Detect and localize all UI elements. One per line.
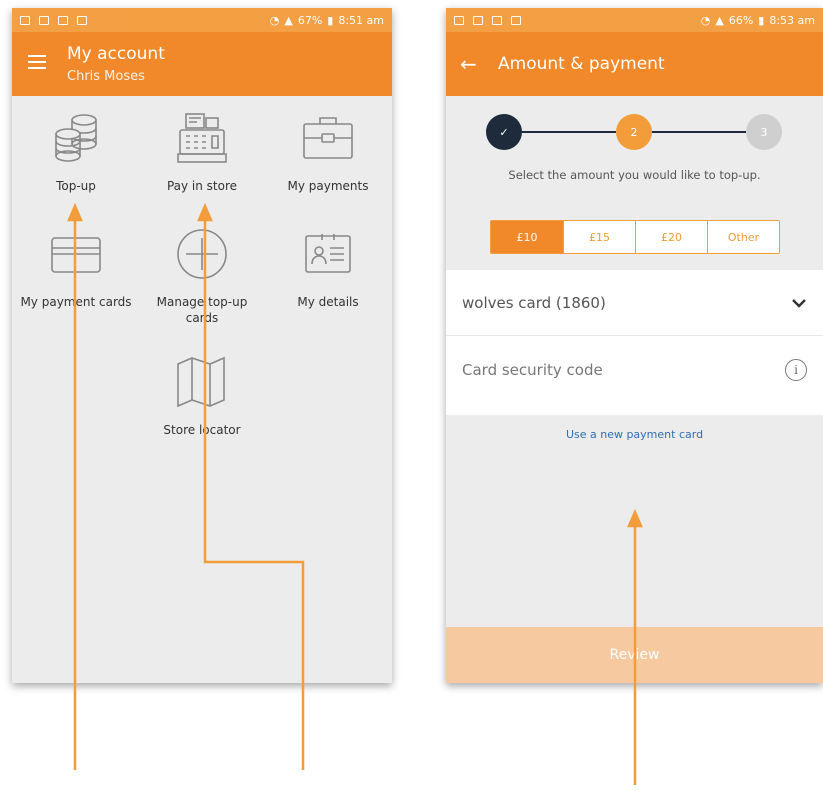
arrowhead bbox=[197, 202, 213, 222]
arrowhead bbox=[627, 508, 643, 528]
annotation-arrow-pay-in-store bbox=[203, 218, 305, 770]
arrowhead bbox=[67, 202, 83, 222]
annotation-arrows bbox=[67, 202, 643, 785]
stage: ◔ ▲ 67% ▮ 8:51 am My account Chris Moses bbox=[0, 0, 823, 791]
